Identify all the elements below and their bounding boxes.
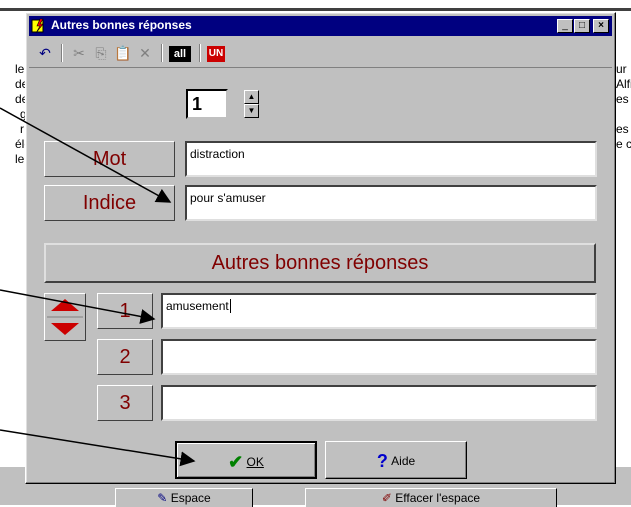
answer-field-2[interactable] xyxy=(161,339,597,375)
text-cursor xyxy=(229,299,231,313)
spinner-down-icon[interactable]: ▼ xyxy=(244,104,259,118)
effacer-label: Effacer l'espace xyxy=(395,491,481,505)
answer-number-button[interactable]: 2 xyxy=(97,339,153,375)
delete-icon[interactable]: ✕ xyxy=(135,43,155,63)
mot-label-button[interactable]: Mot xyxy=(44,141,175,177)
uni-icon[interactable]: UN xyxy=(207,46,225,62)
check-icon: ✔ xyxy=(228,451,244,472)
answer-field-3[interactable] xyxy=(161,385,597,421)
answer-field-1[interactable]: amusement xyxy=(161,293,597,329)
dialog-title: Autres bonnes réponses xyxy=(51,18,192,32)
app-icon xyxy=(31,18,44,34)
indice-label-button[interactable]: Indice xyxy=(44,185,175,221)
dialog-toolbar: ↶ ✂ ⎘ 📋 ✕ all UN xyxy=(29,37,612,68)
host-window-topline xyxy=(0,8,631,11)
answer-text: amusement xyxy=(166,299,229,313)
mot-field[interactable]: distraction xyxy=(185,141,597,177)
espace-icon: ✎ xyxy=(157,491,168,505)
select-all-icon[interactable]: all xyxy=(169,46,191,62)
number-spinner-field[interactable]: 1 xyxy=(186,89,228,119)
help-icon: ? xyxy=(376,450,388,471)
paste-icon[interactable]: 📋 xyxy=(113,43,133,63)
effacer-espace-button[interactable]: ✐ Effacer l'espace xyxy=(305,488,557,507)
indice-field[interactable]: pour s'amuser xyxy=(185,185,597,221)
espace-label: Espace xyxy=(170,491,211,505)
close-button[interactable]: × xyxy=(593,19,609,33)
copy-icon[interactable]: ⎘ xyxy=(91,43,111,63)
toolbar-separator xyxy=(61,44,63,62)
section-title: Autres bonnes réponses xyxy=(44,243,596,283)
cut-icon[interactable]: ✂ xyxy=(69,43,89,63)
toolbar-separator xyxy=(199,44,201,62)
answer-number-button[interactable]: 1 xyxy=(97,293,153,329)
aide-label: Aide xyxy=(391,453,416,468)
minimize-button[interactable]: _ xyxy=(557,19,573,33)
move-down-icon[interactable] xyxy=(51,323,79,335)
answer-number-button[interactable]: 3 xyxy=(97,385,153,421)
aide-button[interactable]: ? Aide xyxy=(325,441,467,479)
maximize-button[interactable]: □ xyxy=(574,19,590,33)
autres-bonnes-reponses-dialog: Autres bonnes réponses _ □ × ↶ ✂ ⎘ 📋 ✕ a… xyxy=(25,12,616,484)
toolbar-separator xyxy=(161,44,163,62)
host-text-right: ur Alfi es es e c xyxy=(616,62,631,151)
eraser-icon: ✐ xyxy=(381,491,392,505)
espace-button[interactable]: ✎ Espace xyxy=(115,488,253,507)
undo-icon[interactable]: ↶ xyxy=(35,43,55,63)
spinner-up-icon[interactable]: ▲ xyxy=(244,90,259,104)
move-up-icon[interactable] xyxy=(51,299,79,311)
dialog-titlebar[interactable]: Autres bonnes réponses _ □ × xyxy=(29,16,612,36)
ok-label: OK xyxy=(246,454,264,469)
number-spinner: ▲ ▼ xyxy=(244,90,259,118)
ok-button[interactable]: ✔ OK xyxy=(175,441,317,479)
reorder-arrows xyxy=(44,293,86,341)
